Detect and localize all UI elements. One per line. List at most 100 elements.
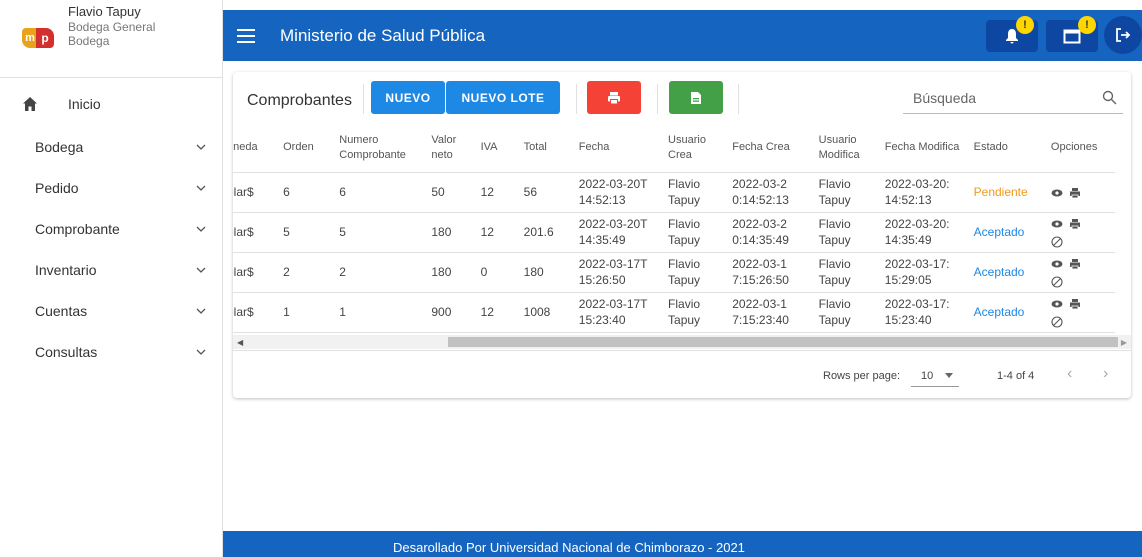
logout-button[interactable]	[1104, 16, 1142, 54]
card-toolbar: Comprobantes NUEVO NUEVO LOTE Búsqueda	[233, 72, 1131, 122]
sidebar-item-inicio[interactable]: Inicio	[0, 82, 222, 126]
table-row: olar$ 2 2 180 0 180 2022-03-17T15:26:50 …	[233, 252, 1115, 293]
column-header-opciones: Opciones	[1040, 124, 1115, 173]
cell-iva: 12	[470, 212, 514, 253]
column-header-fecha-crea[interactable]: Fecha Crea	[722, 124, 809, 173]
new-batch-button[interactable]: NUEVO LOTE	[446, 81, 560, 114]
view-icon[interactable]	[1051, 298, 1063, 310]
cell-usuario-crea: Flavio Tapuy	[658, 292, 723, 333]
view-icon[interactable]	[1051, 258, 1063, 270]
export-excel-button[interactable]	[669, 81, 723, 114]
comprobantes-table: oneda Orden Numero Comprobante Valor net…	[233, 124, 1131, 354]
cell-fecha: 2022-03-17T15:23:40	[568, 292, 659, 333]
cell-valor-neto: 900	[421, 292, 471, 333]
sidebar-item-cuentas[interactable]: Cuentas	[0, 290, 222, 331]
column-header-estado[interactable]: Estado	[963, 124, 1041, 173]
sidebar-item-pedido[interactable]: Pedido	[0, 167, 222, 208]
printer-icon[interactable]	[1069, 187, 1081, 199]
new-button[interactable]: NUEVO	[371, 81, 445, 114]
cell-opciones	[1040, 172, 1115, 213]
status-badge: Aceptado	[963, 212, 1041, 253]
scrollbar-thumb[interactable]	[448, 337, 1118, 347]
search-icon[interactable]	[1102, 90, 1117, 105]
cell-opciones	[1040, 252, 1115, 293]
cell-total: 1008	[513, 292, 569, 333]
document-icon	[691, 91, 701, 104]
toolbar-divider	[363, 84, 364, 114]
cell-fecha-crea: 2022-03-17:15:26:50	[722, 252, 809, 293]
column-header-numero-comprobante[interactable]: Numero Comprobante	[329, 124, 422, 173]
column-header-iva[interactable]: IVA	[470, 124, 514, 173]
notifications-button[interactable]: !	[986, 16, 1038, 52]
column-header-fecha[interactable]: Fecha	[568, 124, 659, 173]
comprobantes-card: Comprobantes NUEVO NUEVO LOTE Búsqueda o…	[233, 72, 1131, 398]
calendar-icon	[1063, 29, 1081, 44]
column-header-usuario-modifica[interactable]: Usuario Modifica	[808, 124, 875, 173]
horizontal-scrollbar[interactable]: ◀ ▶	[233, 335, 1131, 349]
cell-fecha: 2022-03-17T15:26:50	[568, 252, 659, 293]
cell-moneda: olar$	[233, 252, 274, 293]
cell-total: 180	[513, 252, 569, 293]
cancel-icon[interactable]	[1051, 236, 1063, 248]
sidebar-item-bodega[interactable]: Bodega	[0, 126, 222, 167]
cell-total: 56	[513, 172, 569, 213]
printer-icon[interactable]	[1069, 218, 1081, 230]
scroll-right-arrow-icon[interactable]: ▶	[1121, 338, 1127, 347]
search-input[interactable]: Búsqueda	[903, 86, 1123, 114]
column-header-usuario-crea[interactable]: Usuario Crea	[658, 124, 723, 173]
chevron-down-icon	[196, 349, 206, 355]
table-row: olar$ 1 1 900 12 1008 2022-03-17T15:23:4…	[233, 292, 1115, 333]
chevron-down-icon	[196, 185, 206, 191]
cell-fecha-crea: 2022-03-17:15:23:40	[722, 292, 809, 333]
cell-numero: 5	[329, 212, 422, 253]
cell-iva: 12	[470, 172, 514, 213]
column-header-orden[interactable]: Orden	[273, 124, 330, 173]
column-header-moneda[interactable]: oneda	[233, 124, 274, 173]
user-name: Flavio Tapuy	[68, 4, 141, 19]
column-header-total[interactable]: Total	[513, 124, 569, 173]
cell-iva: 0	[470, 252, 514, 293]
printer-icon[interactable]	[1069, 258, 1081, 270]
user-profile: m p Flavio Tapuy Bodega General Bodega	[0, 0, 222, 78]
cell-usuario-crea: Flavio Tapuy	[658, 212, 723, 253]
sidebar-item-label: Consultas	[35, 343, 98, 360]
sidebar: m p Flavio Tapuy Bodega General Bodega I…	[0, 0, 223, 557]
column-header-valor-neto[interactable]: Valor neto	[421, 124, 471, 173]
calendar-button[interactable]: !	[1046, 16, 1098, 52]
home-icon	[23, 97, 37, 111]
cell-fecha-crea: 2022-03-20:14:35:49	[722, 212, 809, 253]
cell-fecha: 2022-03-20T14:52:13	[568, 172, 659, 213]
sidebar-item-consultas[interactable]: Consultas	[0, 331, 222, 372]
app-header: Ministerio de Salud Pública ! !	[223, 10, 1142, 61]
sidebar-item-inventario[interactable]: Inventario	[0, 249, 222, 290]
previous-page-icon[interactable]: ‹	[1067, 365, 1072, 383]
cell-numero: 1	[329, 292, 422, 333]
user-warehouse: Bodega General	[68, 20, 156, 34]
toolbar-divider	[657, 84, 658, 114]
table-row: olar$ 6 6 50 12 56 2022-03-20T14:52:13 F…	[233, 172, 1115, 213]
menu-icon[interactable]	[237, 28, 255, 43]
next-page-icon[interactable]: ›	[1103, 365, 1108, 383]
cell-usuario-modifica: Flavio Tapuy	[808, 252, 875, 293]
cell-valor-neto: 180	[421, 212, 471, 253]
cancel-icon[interactable]	[1051, 276, 1063, 288]
user-role: Bodega	[68, 34, 110, 48]
rows-per-page-value: 10	[921, 370, 934, 382]
view-icon[interactable]	[1051, 218, 1063, 230]
print-button[interactable]	[587, 81, 641, 114]
sidebar-item-label: Comprobante	[35, 220, 120, 237]
logo-right-letter: p	[36, 28, 54, 48]
view-icon[interactable]	[1051, 187, 1063, 199]
scroll-left-arrow-icon[interactable]: ◀	[237, 338, 243, 347]
printer-icon[interactable]	[1069, 298, 1081, 310]
cell-fecha-modifica: 2022-03-20:14:52:13	[874, 172, 964, 213]
cell-orden: 1	[273, 292, 330, 333]
chevron-down-icon	[196, 226, 206, 232]
rows-per-page-select[interactable]: 10	[911, 365, 959, 387]
cell-fecha-modifica: 2022-03-20:14:35:49	[874, 212, 964, 253]
footer: Desarollado Por Universidad Nacional de …	[223, 531, 1142, 557]
column-header-fecha-modifica[interactable]: Fecha Modifica	[874, 124, 964, 173]
cancel-icon[interactable]	[1051, 316, 1063, 328]
app-title: Ministerio de Salud Pública	[280, 25, 486, 45]
sidebar-item-comprobante[interactable]: Comprobante	[0, 208, 222, 249]
